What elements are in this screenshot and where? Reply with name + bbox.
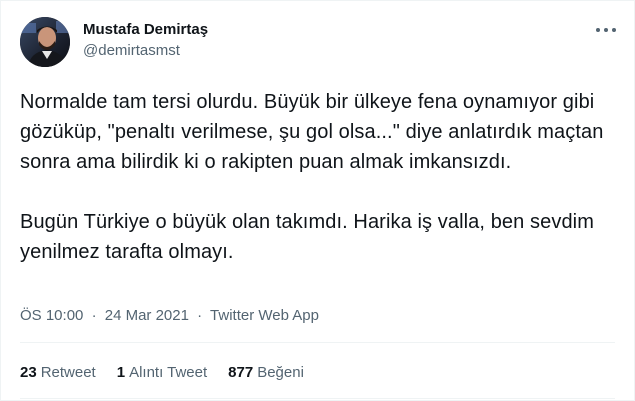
author-handle[interactable]: @demirtasmst (83, 42, 180, 59)
retweets-label: Retweet (40, 364, 96, 381)
tweet-card: Mustafa Demirtaş @demirtasmst Normalde t… (0, 0, 635, 401)
quotes-count: 1 (116, 364, 126, 381)
retweets-count: 23 (20, 364, 37, 381)
author-name[interactable]: Mustafa Demirtaş (83, 21, 208, 38)
tweet-source[interactable]: Twitter Web App (210, 307, 319, 324)
tweet-meta: ÖS 10:00 · 24 Mar 2021 · Twitter Web App (20, 307, 319, 324)
likes-label: Beğeni (257, 364, 304, 381)
divider (20, 398, 615, 399)
more-dot (604, 28, 608, 32)
meta-separator: · (197, 307, 203, 324)
more-dot (612, 28, 616, 32)
divider (20, 342, 615, 343)
quotes-label: Alıntı Tweet (129, 364, 208, 381)
avatar-photo (20, 17, 70, 67)
avatar[interactable] (20, 17, 70, 67)
tweet-stats: 23 Retweet 1 Alıntı Tweet 877 Beğeni (20, 364, 325, 381)
likes-count: 877 (228, 364, 254, 381)
tweet-text: Normalde tam tersi olurdu. Büyük bir ülk… (20, 91, 604, 263)
more-horizontal-icon[interactable] (596, 21, 616, 39)
retweets-stat[interactable]: 23 Retweet (20, 364, 96, 381)
likes-stat[interactable]: 877 Beğeni (228, 364, 304, 381)
tweet-date[interactable]: 24 Mar 2021 (105, 307, 189, 324)
quotes-stat[interactable]: 1 Alıntı Tweet (117, 364, 207, 381)
tweet-time[interactable]: ÖS 10:00 (20, 307, 83, 324)
more-dot (596, 28, 600, 32)
meta-separator: · (91, 307, 97, 324)
